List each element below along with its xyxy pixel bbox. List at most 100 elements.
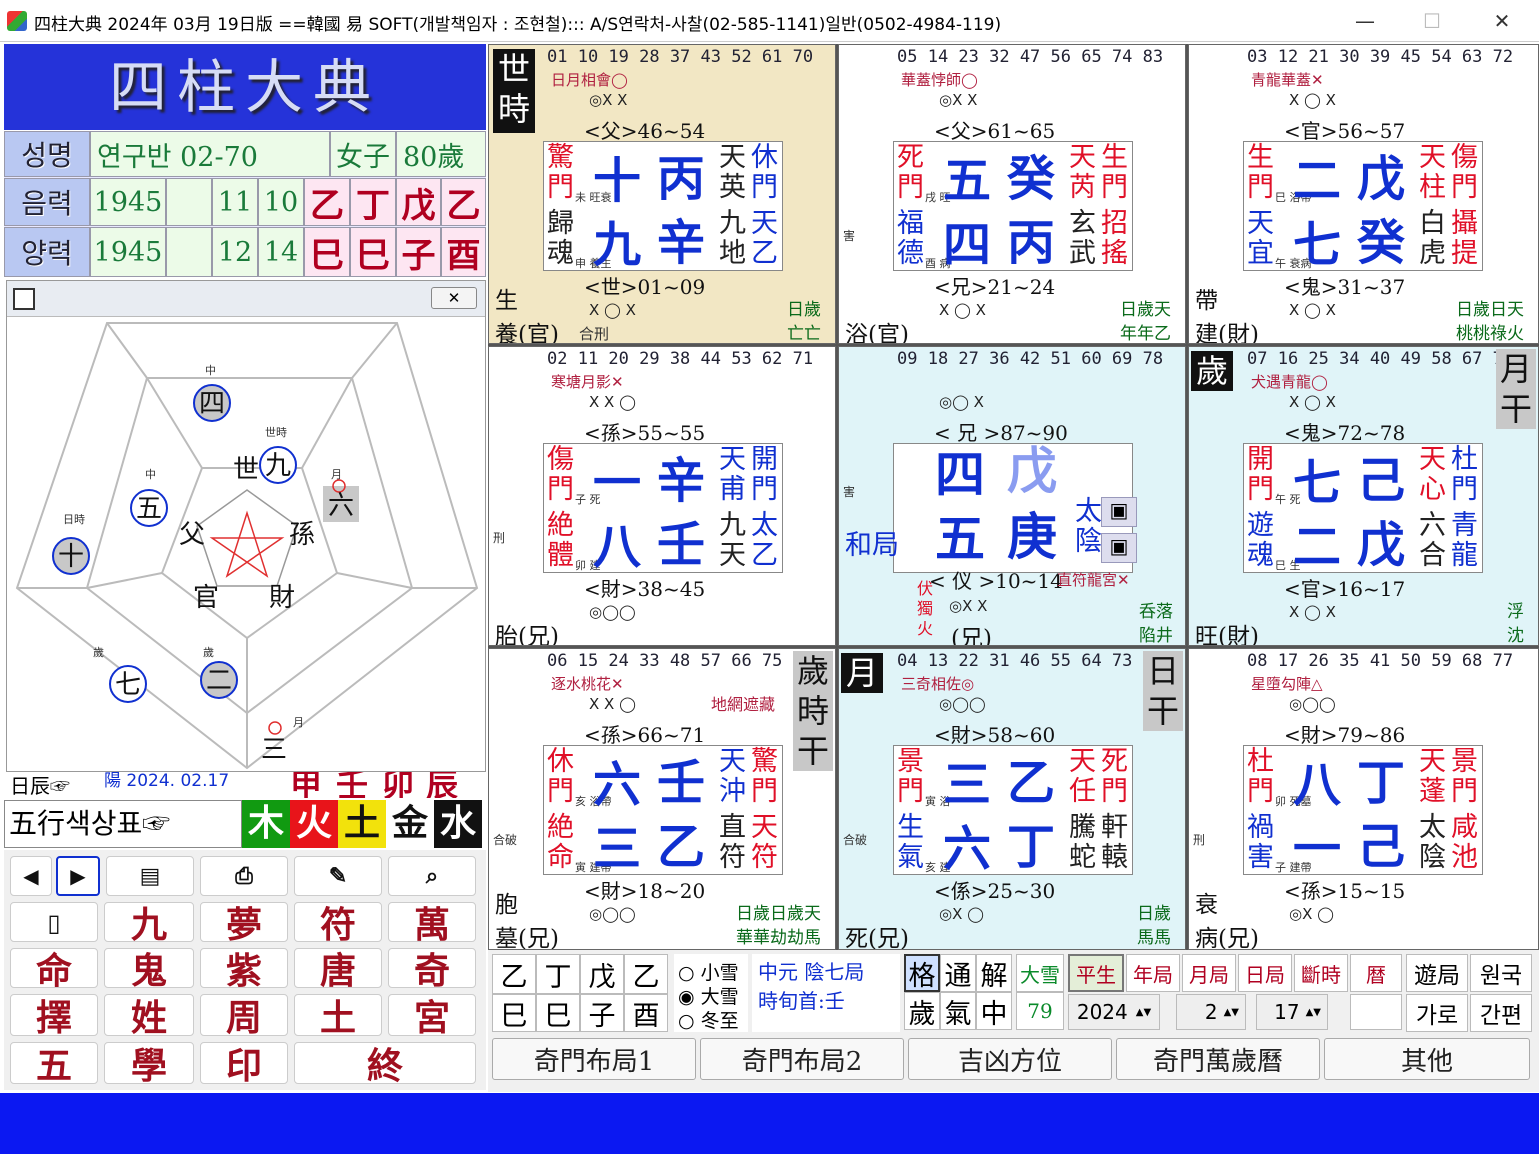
- radio-dongzhi[interactable]: ○ 冬至: [678, 1006, 739, 1033]
- new-document-icon[interactable]: ▯: [10, 902, 98, 942]
- minimize-button[interactable]: —: [1330, 4, 1400, 38]
- tab-qimen2[interactable]: 奇門布局2: [700, 1038, 904, 1080]
- btn-jie[interactable]: 解: [976, 954, 1012, 992]
- palace-tian-num: 二: [1293, 153, 1342, 209]
- print-icon[interactable]: ⎙: [200, 856, 288, 896]
- name-label: 성명: [4, 131, 90, 177]
- palace-door-left: 驚門: [547, 143, 577, 203]
- god-char: 攝: [1451, 208, 1478, 239]
- prev-button[interactable]: ◀: [10, 856, 52, 896]
- palace-tian-num: 一: [593, 455, 642, 511]
- tab-nianju[interactable]: 年局: [1126, 954, 1180, 992]
- solar-year[interactable]: 1945: [90, 227, 166, 277]
- palace-tian-num: 八: [1293, 757, 1342, 813]
- god-char: 符: [719, 842, 746, 873]
- node-char-0: 四: [199, 389, 225, 419]
- btn-yin[interactable]: 印: [200, 1042, 288, 1087]
- search-icon[interactable]: ⌕: [388, 856, 476, 896]
- tab-li[interactable]: 暦: [1350, 954, 1402, 992]
- btn-xing[interactable]: 姓: [104, 994, 194, 1039]
- btn-ming[interactable]: 命: [10, 948, 98, 992]
- btn-garo[interactable]: 가로: [1406, 994, 1468, 1032]
- btn-fu[interactable]: 符: [294, 902, 382, 946]
- btn-qi[interactable]: 奇: [388, 948, 476, 992]
- tab-duanshi[interactable]: 斷時: [1294, 954, 1348, 992]
- btn-tong[interactable]: 通: [940, 954, 976, 992]
- btn-ge[interactable]: 格: [904, 954, 940, 992]
- spin-icon[interactable]: ▲▼: [1306, 1007, 1321, 1018]
- btn-youju[interactable]: 遊局: [1406, 954, 1468, 992]
- btn-xue[interactable]: 學: [104, 1042, 194, 1087]
- title-bar: 四柱大典 2024年 03月 19日版 ==韓國 易 SOFT(개발책임자 : …: [0, 0, 1539, 42]
- btn-zi[interactable]: 紫: [200, 948, 288, 992]
- door-char: 門: [751, 474, 778, 505]
- btn-wu[interactable]: 五: [10, 1042, 98, 1087]
- year-spinner[interactable]: 2024 ▲▼: [1068, 994, 1160, 1030]
- palace-5[interactable]: 09 18 27 36 42 51 60 69 78 ◎◯ X < 兄 >87~90…: [838, 346, 1186, 646]
- btn-gong[interactable]: 宮: [388, 994, 476, 1039]
- palace-god-right: 玄武: [1069, 209, 1099, 269]
- gender-field[interactable]: 女子: [330, 131, 396, 177]
- extra-field[interactable]: [1350, 994, 1402, 1030]
- btn-zhong[interactable]: 中: [976, 992, 1012, 1030]
- tab-pingsheng[interactable]: 平生: [1068, 954, 1124, 992]
- lunar-leap[interactable]: [166, 178, 212, 226]
- tab-riju[interactable]: 日局: [1238, 954, 1292, 992]
- next-button[interactable]: ▶: [56, 856, 100, 896]
- palace-4[interactable]: 02 11 20 29 38 44 53 62 71 寒塘月影✕ X X ◯ <孫>5…: [488, 346, 836, 646]
- palace-3[interactable]: 03 12 21 30 39 45 54 63 72 青龍華蓋✕ X ◯ X <官>5…: [1188, 44, 1539, 344]
- palace-8[interactable]: 04 13 22 31 46 55 64 73 82 三奇相佐◎ ◎◯◯ <財>58~…: [838, 648, 1186, 950]
- spin-icon[interactable]: ▲▼: [1136, 1007, 1151, 1018]
- btn-zhong[interactable]: 終: [294, 1042, 476, 1087]
- save-icon[interactable]: ▤: [106, 856, 194, 896]
- b-branch-3: 酉: [624, 994, 668, 1032]
- month-spinner[interactable]: 2 ▲▼: [1176, 994, 1246, 1030]
- strip-gz-2: 卯: [382, 772, 415, 798]
- palace-9[interactable]: 08 17 26 35 41 50 59 68 77 星墮勾陣△ ◎◯◯ <財>79~…: [1188, 648, 1539, 950]
- palace-1[interactable]: 01 10 19 28 37 43 52 61 70 日月相會◯ ◎X X <父>46…: [488, 44, 836, 344]
- star-char: 天: [1419, 746, 1446, 777]
- tab-wansuili[interactable]: 奇門萬歲曆: [1116, 1038, 1320, 1080]
- spin-icon[interactable]: ▲▼: [1224, 1007, 1239, 1018]
- btn-tu[interactable]: 土: [294, 994, 382, 1039]
- tab-qimen1[interactable]: 奇門布局1: [492, 1038, 696, 1080]
- palace-door-right: 生門: [1101, 143, 1131, 203]
- palace-star-right: 天甫: [719, 445, 749, 505]
- tab-yueju[interactable]: 月局: [1182, 954, 1236, 992]
- btn-sui[interactable]: 歲: [904, 992, 940, 1030]
- edit-icon[interactable]: ✎: [294, 856, 382, 896]
- btn-jiu[interactable]: 九: [104, 902, 194, 946]
- palace-7[interactable]: 06 15 24 33 48 57 66 75 84 逐水桃花✕ 地網遮藏 X X ◯…: [488, 648, 836, 950]
- btn-zhou[interactable]: 周: [200, 994, 288, 1039]
- lunar-year[interactable]: 1945: [90, 178, 166, 226]
- name-field[interactable]: 연구반 02-70: [90, 131, 330, 177]
- day-spinner[interactable]: 17 ▲▼: [1256, 994, 1328, 1030]
- btn-meng[interactable]: 夢: [200, 902, 288, 946]
- maximize-button[interactable]: ☐: [1397, 4, 1467, 38]
- btn-tang[interactable]: 唐: [294, 948, 382, 992]
- pentagon-close-button[interactable]: ✕: [431, 287, 477, 309]
- palace-tian-num: 三: [943, 757, 992, 813]
- btn-gui[interactable]: 鬼: [104, 948, 194, 992]
- btn-ze[interactable]: 擇: [10, 994, 98, 1039]
- tab-jixiong[interactable]: 吉凶方位: [908, 1038, 1112, 1080]
- lunar-month[interactable]: 11: [212, 178, 258, 226]
- palace-6[interactable]: 07 16 25 34 40 49 58 67 76 犬遇青龍◯ X ◯ X <鬼>7…: [1188, 346, 1539, 646]
- btn-qi[interactable]: 氣: [940, 992, 976, 1030]
- btn-ganpyeon[interactable]: 간편: [1470, 994, 1532, 1032]
- solar-month[interactable]: 12: [212, 227, 258, 277]
- palace-2[interactable]: 05 14 23 32 47 56 65 74 83 華蓋悖師◯ ◎X X <父>61…: [838, 44, 1186, 344]
- palace-star-2: 直符龍宮✕: [1057, 571, 1130, 589]
- tab-other[interactable]: 其他: [1324, 1038, 1530, 1080]
- btn-wan[interactable]: 萬: [388, 902, 476, 946]
- lunar-day[interactable]: 10: [258, 178, 304, 226]
- camera-icon[interactable]: ▣: [1101, 533, 1137, 563]
- radio-xiaoxue[interactable]: ○ 小雪: [678, 958, 739, 985]
- btn-wonguk[interactable]: 원국: [1470, 954, 1532, 992]
- camera-icon[interactable]: ▣: [1101, 497, 1137, 527]
- spirit-char: 體: [547, 540, 574, 571]
- solar-blank[interactable]: [166, 227, 212, 277]
- close-button[interactable]: ✕: [1467, 4, 1537, 38]
- radio-daxue[interactable]: ◉ 大雪: [678, 982, 739, 1009]
- solar-day[interactable]: 14: [258, 227, 304, 277]
